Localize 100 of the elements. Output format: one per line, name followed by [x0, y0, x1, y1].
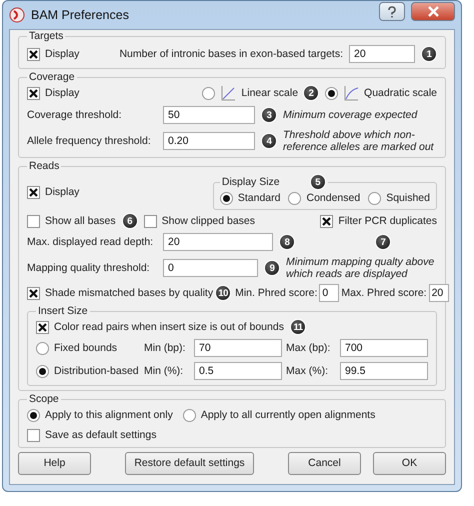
group-title: Reads — [29, 160, 60, 172]
input-field[interactable]: 20 — [349, 45, 415, 63]
check-x-icon — [38, 322, 47, 332]
number-badge: 6 — [122, 213, 138, 229]
number-badge: 7 — [375, 234, 391, 250]
hint-text: Minimum coverage expected — [283, 109, 418, 121]
check-x-icon — [29, 88, 38, 98]
field-label: Max (%): — [286, 365, 329, 377]
number-badge: 11 — [290, 319, 306, 335]
field-label: Max. displayed read depth: — [27, 236, 154, 248]
linear-graph-icon — [220, 85, 236, 101]
field-label: Mapping quality threshold: — [27, 262, 151, 274]
checkbox-label: Color read pairs when insert size is out of bounds — [54, 321, 284, 333]
close-button[interactable] — [411, 2, 455, 21]
radio-label: Condensed — [306, 192, 360, 204]
input-field[interactable]: 99.5 — [340, 362, 428, 380]
field-label: Min (%): — [144, 365, 184, 377]
field-label: Coverage threshold: — [27, 109, 123, 121]
radio-button[interactable] — [202, 86, 216, 100]
group-title: Targets — [29, 30, 64, 42]
field-label: Max. Phred score: — [341, 287, 427, 299]
number-badge: 3 — [261, 107, 277, 123]
checkbox[interactable] — [27, 186, 40, 198]
checkbox-label: Show clipped bases — [162, 215, 256, 227]
cancel-button[interactable]: Cancel — [288, 452, 361, 474]
radio-button[interactable] — [27, 408, 40, 422]
checkbox[interactable] — [27, 214, 40, 228]
number-badge: 5 — [310, 174, 326, 190]
number-badge: 2 — [303, 85, 320, 101]
radio-button[interactable] — [368, 192, 382, 204]
check-x-icon — [29, 288, 38, 298]
hint-text: Minimum mapping qualty above which reads are displayed — [286, 256, 436, 280]
field-label: Number of intronic bases in exon-based targets: — [119, 48, 343, 60]
number-badge: 4 — [261, 133, 277, 149]
radio-label: Distribution-based — [54, 365, 139, 377]
checkbox[interactable] — [27, 48, 40, 60]
radio-dot-icon — [328, 90, 336, 96]
field-label: Allele frequency threshold: — [27, 135, 152, 147]
radio-dot-icon — [222, 194, 230, 202]
question-icon — [387, 6, 397, 18]
field-label: Min. Phred score: — [235, 287, 318, 299]
checkbox[interactable] — [144, 214, 157, 228]
curve-graph-icon — [343, 85, 360, 101]
field-label: Min (bp): — [144, 342, 186, 354]
input-field[interactable]: 0.20 — [163, 132, 255, 150]
app-icon — [9, 7, 25, 23]
ok-button[interactable]: OK — [373, 452, 446, 474]
radio-button[interactable] — [182, 408, 196, 422]
radio-button[interactable] — [325, 86, 338, 100]
input-field[interactable]: 70 — [194, 339, 282, 357]
input-field[interactable]: 700 — [340, 339, 428, 357]
checkbox[interactable] — [27, 286, 40, 300]
checkbox-label: Shade mismatched bases by quality — [45, 287, 214, 299]
input-field[interactable]: 0.5 — [194, 362, 282, 380]
check-x-icon — [29, 50, 38, 58]
radio-dot-icon — [30, 412, 37, 418]
radio-label: Apply to this alignment only — [45, 409, 173, 421]
number-badge: 10 — [215, 285, 232, 301]
restore-defaults-button[interactable]: Restore default settings — [125, 452, 254, 474]
radio-label: Apply to all currently open alignments — [200, 409, 376, 421]
help-button[interactable] — [379, 2, 405, 21]
radio-button[interactable] — [288, 192, 302, 204]
checkbox[interactable] — [320, 214, 334, 228]
radio-label: Standard — [238, 192, 280, 204]
input-field[interactable]: 20 — [163, 233, 273, 251]
checkbox-label: Show all bases — [45, 215, 116, 227]
input-field[interactable]: 20 — [428, 284, 449, 302]
group-title: Scope — [29, 393, 59, 405]
field-label: Max (bp): — [286, 342, 332, 354]
number-badge: 9 — [264, 260, 280, 276]
group-title: Display Size — [222, 176, 280, 188]
group-title: Coverage — [29, 71, 75, 83]
check-x-icon — [322, 216, 332, 226]
checkbox-label: Display — [45, 48, 80, 60]
checkbox[interactable] — [36, 320, 49, 334]
group-title: Insert Size — [38, 305, 88, 317]
checkbox[interactable] — [27, 428, 40, 442]
close-icon — [428, 6, 438, 17]
checkbox-label: Display — [45, 87, 80, 99]
check-x-icon — [29, 188, 38, 196]
window-title: BAM Preferences — [31, 8, 130, 22]
number-badge: 8 — [279, 234, 295, 250]
input-field[interactable]: 50 — [163, 106, 255, 124]
checkbox[interactable] — [27, 86, 40, 100]
input-field[interactable]: 0 — [319, 284, 340, 302]
radio-label: Fixed bounds — [54, 342, 118, 354]
radio-label: Squished — [386, 192, 430, 204]
number-badge: 1 — [421, 46, 437, 62]
radio-label: Quadratic scale — [364, 87, 437, 99]
radio-label: Linear scale — [241, 87, 298, 99]
radio-button[interactable] — [220, 192, 233, 204]
help-button[interactable]: Help — [18, 452, 91, 474]
checkbox-label: Save as default settings — [45, 429, 156, 441]
checkbox-label: Display — [45, 186, 80, 198]
hint-text: Threshold above which non-reference alleles are marked out — [283, 129, 435, 153]
radio-button[interactable] — [36, 364, 49, 378]
radio-button[interactable] — [36, 342, 49, 354]
input-field[interactable]: 0 — [163, 259, 258, 277]
radio-dot-icon — [39, 368, 46, 374]
checkbox-label: Filter PCR duplicates — [338, 215, 437, 227]
